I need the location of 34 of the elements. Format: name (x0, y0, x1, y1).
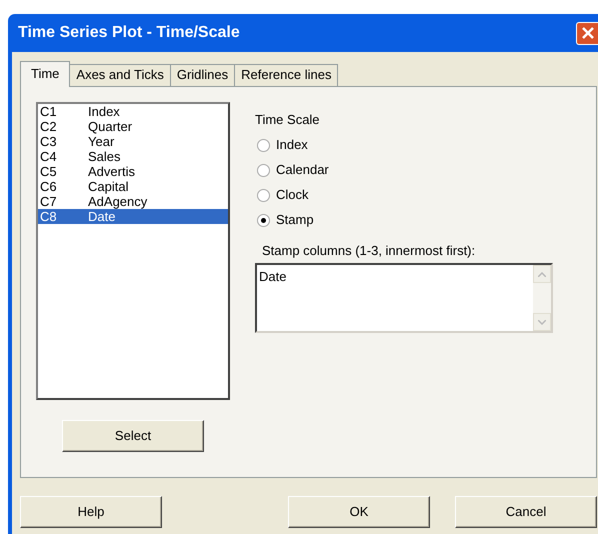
group-label: Time Scale (255, 111, 321, 129)
caret-up-icon (538, 272, 546, 276)
list-item[interactable]: C1 Index (38, 104, 228, 119)
column-list[interactable]: C1 Index C2 Quarter C3 Year C4 Sales C5 Advertis C6 Capital C7 AdAgency C8 Date (36, 102, 230, 400)
scroll-down-button[interactable] (533, 313, 551, 331)
list-item[interactable]: C8 Date (38, 209, 228, 224)
cancel-button[interactable]: Cancel (455, 496, 597, 528)
list-item[interactable]: C7 AdAgency (38, 194, 228, 209)
tab[interactable]: Reference lines (234, 64, 338, 86)
field-label: Stamp columns (1-3, innermost first): (262, 242, 476, 260)
radio-label[interactable]: Calendar (276, 160, 329, 180)
scroll-up-button[interactable] (533, 265, 551, 283)
tab[interactable]: Time (20, 61, 70, 87)
radio-label[interactable]: Clock (276, 185, 309, 205)
window-title: Time Series Plot - Time/Scale (18, 23, 240, 43)
ok-button[interactable]: OK (288, 496, 430, 528)
close-button[interactable] (576, 22, 598, 44)
stamp-columns-field[interactable]: Date (255, 263, 553, 333)
radio-button[interactable] (257, 188, 270, 202)
caret-down-icon (538, 320, 546, 324)
radio-button[interactable] (257, 214, 270, 226)
radio-button[interactable] (257, 138, 270, 152)
field-value: Date (258, 268, 288, 286)
list-item[interactable]: C4 Sales (38, 149, 228, 164)
close-icon (580, 26, 594, 40)
help-button[interactable]: Help (20, 496, 162, 528)
radio-label[interactable]: Index (276, 135, 308, 155)
select-button[interactable]: Select (62, 420, 204, 452)
radio-label[interactable]: Stamp (276, 210, 314, 230)
radio-button[interactable] (257, 164, 270, 176)
list-item[interactable]: C3 Year (38, 134, 228, 149)
list-item[interactable]: C6 Capital (38, 179, 228, 194)
list-item[interactable]: C2 Quarter (38, 119, 228, 134)
list-item[interactable]: C5 Advertis (38, 164, 228, 179)
